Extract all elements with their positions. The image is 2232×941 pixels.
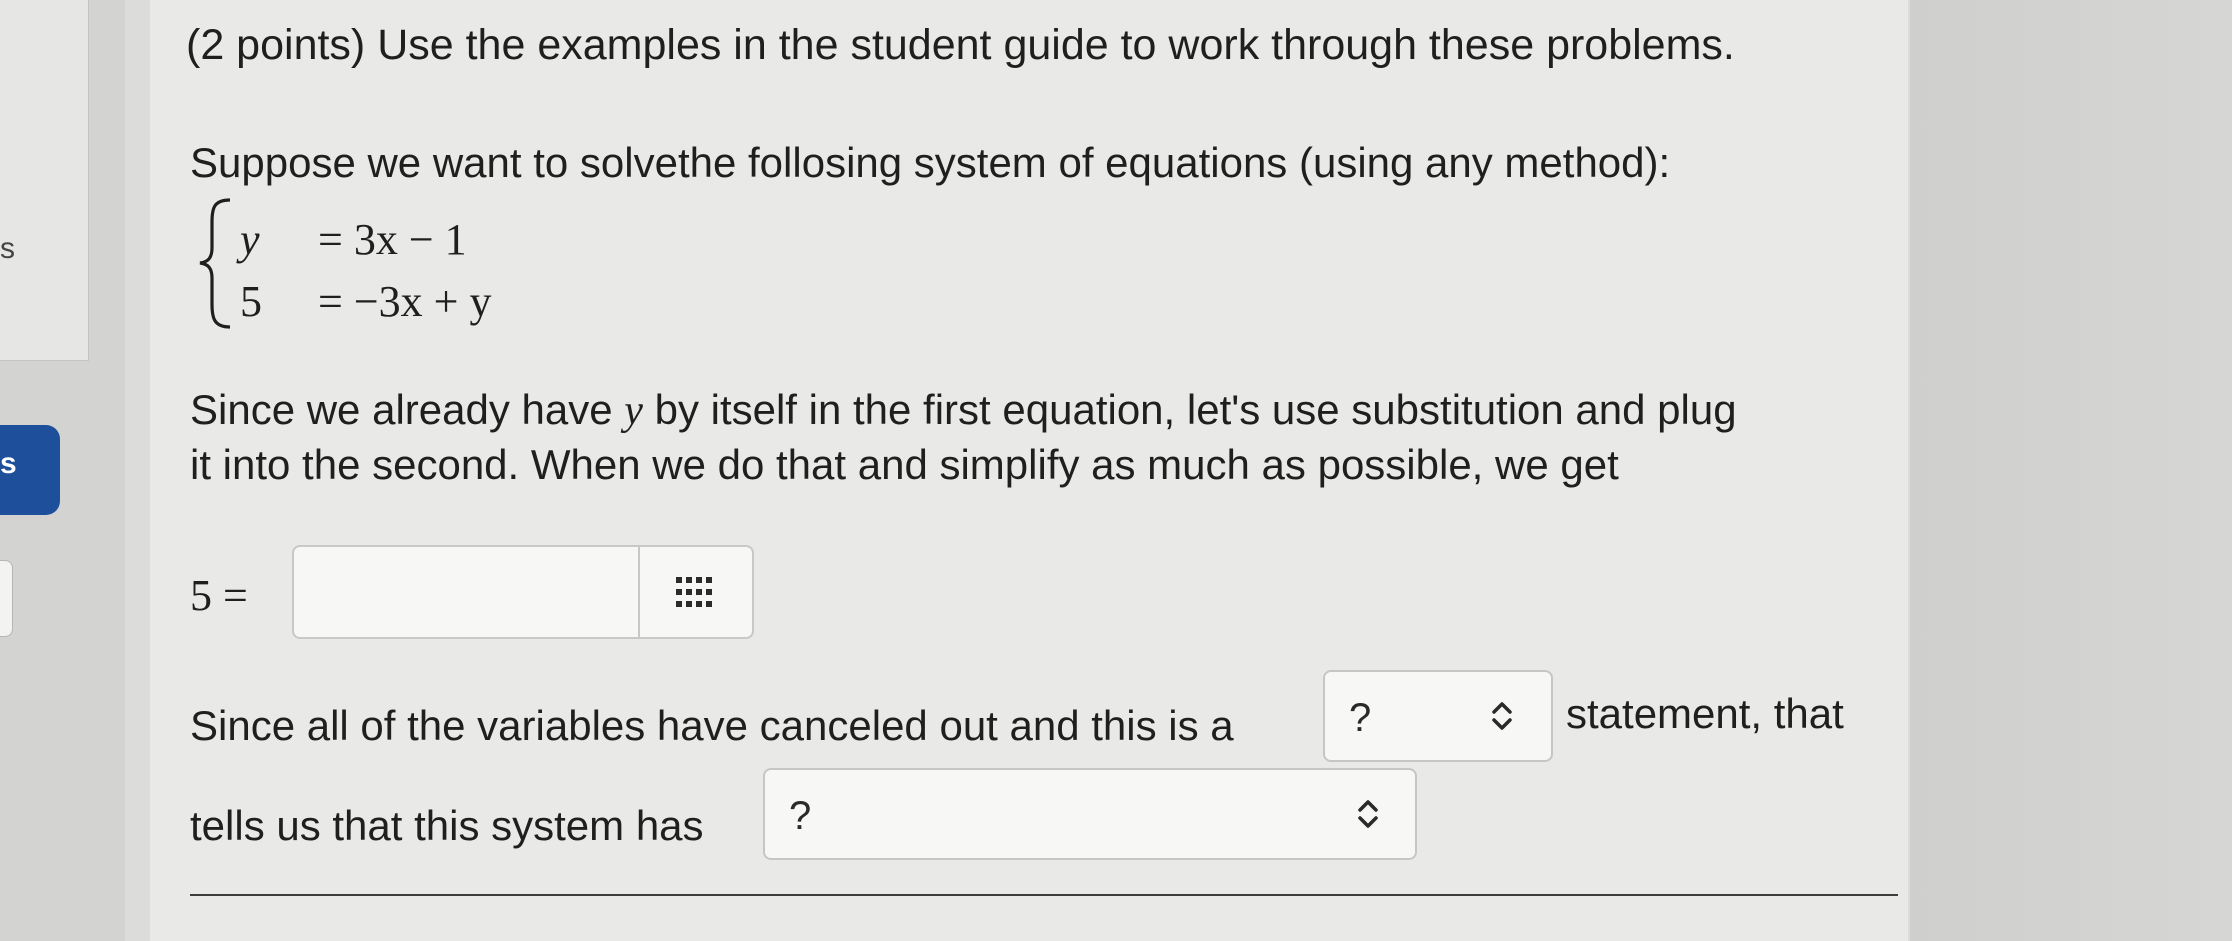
left-brace-icon <box>199 198 231 329</box>
system-row-1-rhs: = 3x − 1 <box>318 215 467 264</box>
paragraph-1-text-a: Since we already have <box>190 386 613 433</box>
truth-value-select[interactable]: ? <box>1323 670 1553 762</box>
math-keypad-button[interactable] <box>636 547 752 637</box>
section-divider <box>190 894 1898 896</box>
paragraph-2-text-b: statement, that <box>1566 690 1844 737</box>
solution-count-select-value: ? <box>789 794 812 838</box>
answer-field-group <box>292 545 754 639</box>
chevron-up-down-icon <box>1358 800 1378 828</box>
sidebar-item-label: s <box>0 232 15 265</box>
sidebar-badge-label: s <box>0 447 17 480</box>
sidebar-item-box[interactable] <box>0 560 13 637</box>
paragraph-1-variable: y <box>624 388 643 434</box>
truth-value-select-value: ? <box>1349 696 1372 740</box>
left-sidebar: s s <box>0 0 125 941</box>
paragraph-2-text-a: Since all of the variables have canceled… <box>190 702 1234 749</box>
paragraph-1-text-b: by itself in the first equation, let's u… <box>654 386 1737 433</box>
right-background <box>1910 0 2232 941</box>
system-row-2-lhs: 5 <box>240 277 262 326</box>
solution-count-select[interactable]: ? <box>763 768 1417 860</box>
answer-prefix: 5 = <box>190 571 248 620</box>
sidebar-panel: s <box>0 0 89 361</box>
question-header: (2 points) Use the examples in the stude… <box>186 21 1735 69</box>
paragraph-1-line-2: it into the second. When we do that and … <box>190 441 1619 488</box>
chevron-up-down-icon <box>1492 702 1512 730</box>
sidebar-active-badge[interactable]: s <box>0 425 60 515</box>
system-row-2-rhs: = −3x + y <box>318 277 492 326</box>
system-row-1-lhs: y <box>240 215 260 264</box>
answer-input[interactable] <box>294 547 640 639</box>
paragraph-3-text: tells us that this system has <box>190 802 704 849</box>
question-intro: Suppose we want to solvethe follosing sy… <box>190 139 1671 186</box>
paragraph-1-line-1: Since we already have y by itself in the… <box>190 386 1737 434</box>
keypad-grid-icon <box>676 577 712 607</box>
